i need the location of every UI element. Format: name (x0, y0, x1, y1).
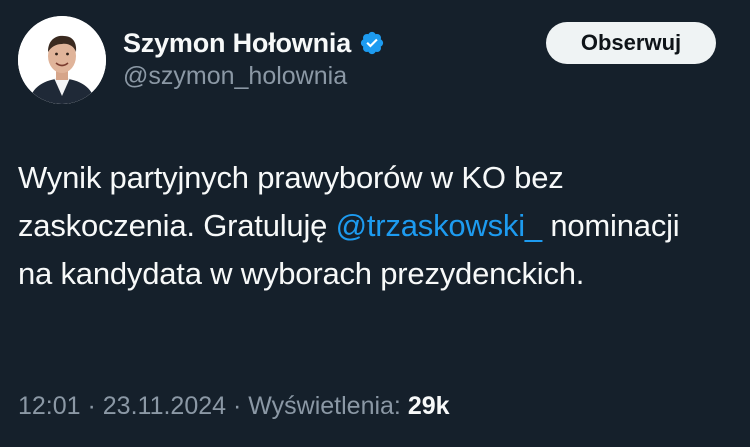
tweet-meta: 12:01 · 23.11.2024 · Wyświetlenia: 29k (18, 392, 450, 421)
views-count[interactable]: 29k (408, 392, 450, 420)
tweet-time[interactable]: 12:01 (18, 392, 81, 420)
follow-button[interactable]: Obserwuj (546, 22, 716, 64)
tweet-card: Szymon Hołownia @szymon_holownia Obserwu… (0, 0, 750, 447)
avatar[interactable] (18, 16, 106, 104)
meta-separator: · (80, 392, 103, 420)
views-label: Wyświetlenia: (248, 392, 401, 420)
mention-link[interactable]: @trzaskowski_ (336, 208, 543, 243)
tweet-text: Wynik partyjnych prawyborów w KO bez zas… (18, 154, 718, 298)
author-display-name[interactable]: Szymon Hołownia (123, 28, 351, 59)
verified-badge-icon[interactable] (359, 30, 385, 56)
meta-separator: · (226, 392, 249, 420)
person-portrait-icon (18, 16, 106, 104)
author-name-row: Szymon Hołownia (123, 26, 385, 60)
tweet-date[interactable]: 23.11.2024 (103, 392, 226, 420)
author-handle[interactable]: @szymon_holownia (123, 62, 347, 91)
